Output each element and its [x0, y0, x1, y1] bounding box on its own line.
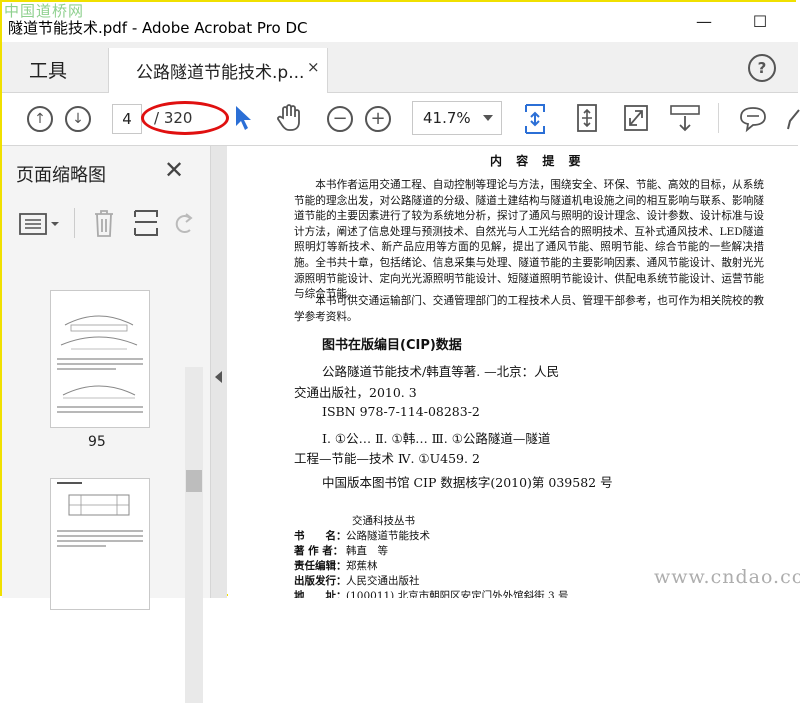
scrollbar-thumb[interactable] [186, 470, 202, 492]
thumbnail-list[interactable]: 95 [2, 252, 203, 703]
page-scroll-icon[interactable] [574, 103, 600, 133]
panel-splitter[interactable] [211, 146, 227, 598]
read-mode-icon[interactable] [669, 103, 701, 133]
doc-heading: 内 容 提 要 [490, 154, 586, 168]
cip-line: Ⅰ. ①公… Ⅱ. ①韩… Ⅲ. ①公路隧道—隧道 [322, 431, 551, 446]
fit-page-icon[interactable] [522, 103, 548, 135]
credit-row: 出版发行：人民交通出版社 [294, 573, 420, 588]
tab-tools[interactable]: 工具 [29, 56, 67, 83]
series-title: 交通科技丛书 [352, 515, 415, 527]
page-number-input[interactable]: 4 [112, 104, 142, 134]
cip-heading: 图书在版编目(CIP)数据 [322, 338, 462, 353]
extract-pages-icon[interactable] [132, 208, 160, 238]
minimize-button[interactable]: — [692, 10, 716, 34]
credit-label: 书 名： [294, 530, 347, 542]
credit-value: (100011) 北京市朝阳区安定门外外馆斜街 3 号 [346, 590, 569, 598]
credit-row: 书 名：公路隧道节能技术 [294, 528, 430, 543]
chevron-down-icon [483, 115, 493, 121]
zoom-select[interactable]: 41.7% [412, 101, 502, 135]
credit-label: 著 作 者： [294, 545, 344, 557]
cip-line: 工程—节能—技术 Ⅳ. ①U459. 2 [294, 451, 480, 466]
panel-toolbar [2, 200, 210, 246]
panel-title: 页面缩略图 [16, 165, 106, 186]
thumbnail-label: 95 [88, 434, 106, 450]
credit-value: 郑蕉林 [346, 560, 378, 572]
toolbar-divider [718, 103, 719, 133]
tab-document-label: 公路隧道节能技术.p... [136, 63, 305, 83]
thumbnail-figure-2 [62, 385, 136, 399]
hand-tool-icon[interactable] [276, 104, 302, 132]
credit-label: 地 址： [294, 590, 347, 598]
watermark-bottom-right: www.cndao.com [654, 566, 800, 588]
cip-line: 中国版本图书馆 CIP 数据核字(2010)第 039582 号 [322, 475, 613, 490]
comment-icon[interactable] [738, 105, 768, 133]
rotate-icon[interactable] [172, 210, 196, 236]
thumbnail-page-96[interactable] [50, 478, 150, 610]
cip-line: 公路隧道节能技术/韩直等著. —北京：人民 [322, 364, 560, 379]
close-tab-icon[interactable]: × [307, 58, 320, 76]
next-page-icon[interactable]: ↓ [65, 106, 91, 132]
options-menu-icon[interactable] [18, 212, 62, 236]
tab-document[interactable]: 公路隧道节能技术.p... × [108, 48, 328, 93]
thumbnail-figure-3 [68, 494, 130, 516]
trash-icon[interactable] [92, 208, 116, 238]
credit-row: 责任编辑：郑蕉林 [294, 558, 378, 573]
panel-divider [74, 208, 75, 238]
zoom-out-icon[interactable]: − [327, 106, 353, 132]
tab-bar: 工具 公路隧道节能技术.p... × ? [2, 42, 798, 93]
doc-paragraph-2: 本书可供交通运输部门、交通管理部门的工程技术人员、管理干部参考，也可作为相关院校… [294, 295, 764, 323]
full-screen-icon[interactable] [622, 103, 650, 133]
cip-line: ISBN 978-7-114-08283-2 [322, 404, 480, 419]
credit-label: 出版发行： [294, 575, 347, 587]
credit-row: 地 址：(100011) 北京市朝阳区安定门外外馆斜街 3 号 [294, 588, 568, 598]
maximize-button[interactable]: ☐ [748, 10, 772, 34]
toolbar: ↑ ↓ 4 / 320 − + 41.7% [2, 93, 800, 146]
credit-value: 韩直 等 [346, 545, 388, 557]
zoom-in-icon[interactable]: + [365, 106, 391, 132]
collapse-panel-icon[interactable] [215, 371, 222, 383]
credit-row: 著 作 者： 韩直 等 [294, 543, 388, 558]
thumbnail-page-95[interactable] [50, 290, 150, 428]
thumbnail-scrollbar[interactable] [185, 367, 203, 703]
select-cursor-icon[interactable] [234, 105, 252, 131]
watermark-top-left: 中国道桥网 [4, 2, 85, 20]
previous-page-icon[interactable]: ↑ [27, 106, 53, 132]
zoom-value: 41.7% [423, 109, 471, 127]
credit-value: 人民交通出版社 [346, 575, 420, 587]
title-bar: 隧道节能技术.pdf - Adobe Acrobat Pro DC — ☐ [2, 2, 798, 42]
close-panel-icon[interactable]: ✕ [164, 156, 184, 184]
red-annotation-circle [141, 101, 229, 135]
doc-paragraph-1: 本书作者运用交通工程、自动控制等理论与方法，围绕安全、环保、节能、高效的目标，从… [294, 179, 764, 301]
cip-line: 交通出版社，2010. 3 [294, 385, 417, 400]
document-view[interactable]: 内 容 提 要 本书作者运用交通工程、自动控制等理论与方法，围绕安全、环保、节能… [228, 146, 798, 598]
credit-value: 公路隧道节能技术 [346, 530, 430, 542]
thumbnail-figure [60, 315, 138, 350]
pen-icon[interactable] [786, 107, 800, 131]
credit-label: 责任编辑： [294, 560, 347, 572]
thumbnails-panel: 页面缩略图 ✕ 95 [2, 146, 211, 703]
help-icon[interactable]: ? [748, 54, 776, 82]
